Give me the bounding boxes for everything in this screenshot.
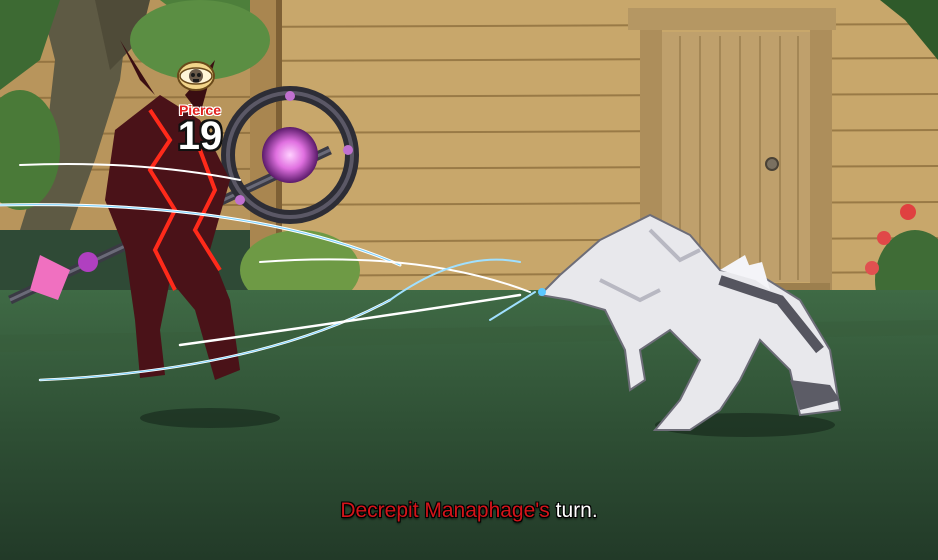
damage-value: 19 (177, 114, 223, 158)
turn-suffix: turn. (549, 499, 598, 522)
player-shadow (140, 408, 280, 428)
skull-eye-icon (176, 60, 216, 92)
status-effect-icon (176, 60, 216, 96)
turn-actor-name: Decrepit Manaphage's (340, 499, 550, 522)
battle-scene: Pierce 19 Decrepit Manaphage's turn. (0, 0, 938, 560)
turn-indicator: Decrepit Manaphage's turn. (0, 497, 938, 525)
battle-background (0, 0, 938, 560)
